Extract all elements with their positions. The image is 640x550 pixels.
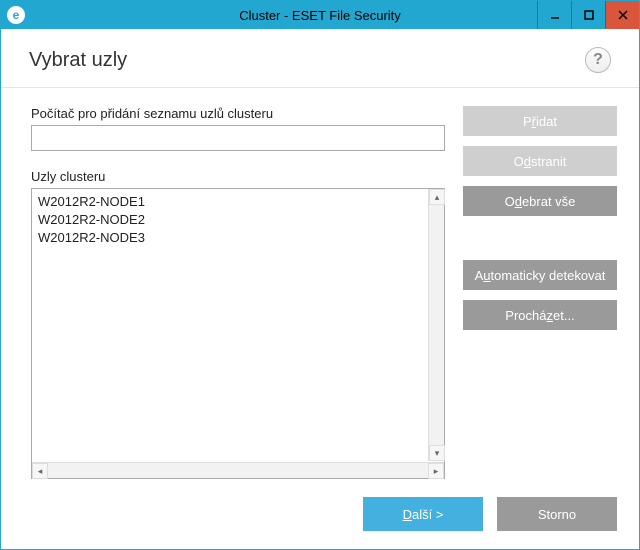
list-item[interactable]: W2012R2-NODE1 [38, 193, 438, 211]
page-title: Vybrat uzly [29, 49, 127, 72]
scroll-right-icon[interactable]: ▸ [428, 463, 444, 479]
remove-all-button[interactable]: Odebrat vše [463, 186, 617, 216]
remove-button: Odstranit [463, 146, 617, 176]
dialog-footer: Další > Storno [1, 479, 639, 549]
maximize-button[interactable] [571, 1, 605, 29]
content-area: Počítač pro přidání seznamu uzlů cluster… [1, 88, 639, 479]
right-column: Přidat Odstranit Odebrat vše Automaticky… [463, 106, 617, 479]
dialog-window: e Cluster - ESET File Security Vybrat uz… [0, 0, 640, 550]
window-controls [537, 1, 639, 29]
cluster-nodes-listwrap: W2012R2-NODE1W2012R2-NODE2W2012R2-NODE3 … [31, 188, 445, 479]
app-logo-icon: e [7, 6, 25, 24]
next-button[interactable]: Další > [363, 497, 483, 531]
minimize-button[interactable] [537, 1, 571, 29]
add-computer-input[interactable] [31, 125, 445, 151]
help-button[interactable]: ? [585, 47, 611, 73]
cluster-nodes-list[interactable]: W2012R2-NODE1W2012R2-NODE2W2012R2-NODE3 [31, 188, 445, 479]
add-computer-label: Počítač pro přidání seznamu uzlů cluster… [31, 106, 445, 121]
cancel-button[interactable]: Storno [497, 497, 617, 531]
vertical-scrollbar[interactable]: ▴ ▾ [428, 189, 444, 461]
scroll-down-icon[interactable]: ▾ [429, 445, 445, 461]
list-item[interactable]: W2012R2-NODE2 [38, 211, 438, 229]
close-button[interactable] [605, 1, 639, 29]
scroll-left-icon[interactable]: ◂ [32, 463, 48, 479]
add-button: Přidat [463, 106, 617, 136]
titlebar: e Cluster - ESET File Security [1, 1, 639, 29]
horizontal-scrollbar[interactable]: ◂ ▸ [32, 462, 444, 478]
list-item[interactable]: W2012R2-NODE3 [38, 229, 438, 247]
left-column: Počítač pro přidání seznamu uzlů cluster… [31, 106, 445, 479]
scroll-up-icon[interactable]: ▴ [429, 189, 445, 205]
cluster-nodes-label: Uzly clusteru [31, 169, 445, 184]
dialog-header: Vybrat uzly ? [1, 29, 639, 88]
browse-button[interactable]: Procházet... [463, 300, 617, 330]
auto-detect-button[interactable]: Automaticky detekovat [463, 260, 617, 290]
